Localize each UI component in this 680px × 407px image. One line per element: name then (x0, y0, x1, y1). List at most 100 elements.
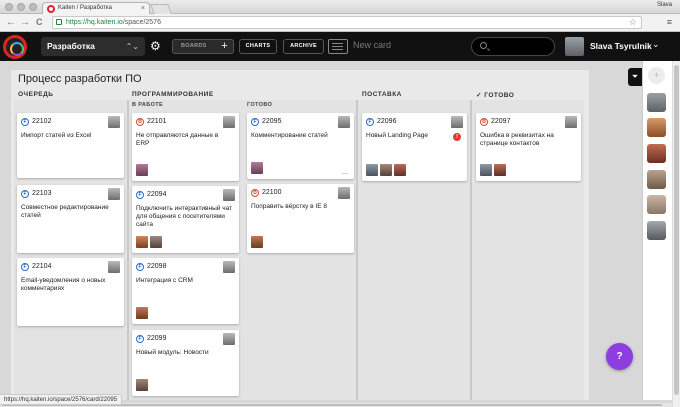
avatar (338, 116, 350, 128)
tab-close-icon[interactable]: × (141, 3, 145, 14)
reload-icon[interactable]: C (36, 16, 43, 29)
search-input[interactable] (471, 37, 555, 56)
card-id: 22100 (262, 189, 282, 196)
card-id: 22095 (262, 118, 282, 125)
card-id: 22101 (147, 118, 167, 125)
avatar[interactable] (565, 37, 584, 56)
card-id: 22099 (147, 335, 167, 342)
archive-button[interactable]: ARCHIVE (283, 39, 324, 54)
card[interactable]: F 22095 Комментирование статей ... (247, 113, 354, 179)
gear-icon[interactable]: ⚙ (150, 39, 161, 53)
card-title: Поправить вёрстку в IE 8 (251, 203, 327, 210)
boards-button[interactable]: BOARDS + (172, 39, 234, 54)
avatar[interactable] (647, 170, 666, 189)
new-card-icon[interactable] (328, 39, 348, 54)
avatar (108, 188, 120, 200)
avatar (150, 236, 162, 248)
card[interactable]: B 22100 Поправить вёрстку в IE 8 (247, 184, 354, 253)
browser-menu-icon[interactable]: ≡ (667, 17, 672, 27)
card[interactable]: F 22103 Совместное редактирование статей (17, 185, 124, 253)
browser-tab[interactable]: Kaiten / Разработка × (42, 2, 150, 14)
card-id: 22097 (491, 118, 511, 125)
search-icon (480, 42, 487, 49)
column-header-delivery: ПОСТАВКА (362, 91, 402, 98)
scrollbar-thumb[interactable] (674, 65, 679, 395)
filter-icon[interactable]: ⏷ (628, 68, 642, 86)
browser-titlebar: Kaiten / Разработка × Slava (0, 0, 680, 14)
card[interactable]: B 22101 Не отправляются данные в ERP (132, 113, 239, 181)
card[interactable]: F 22098 Интеграция с CRM (132, 258, 239, 324)
bug-type-icon: B (251, 189, 259, 197)
app-header: Разработка ⌃⌄ ⚙ BOARDS + CHARTS ARCHIVE … (0, 32, 680, 61)
card-title: Не отправляются данные в ERP (136, 132, 219, 147)
space-name: Разработка (47, 41, 95, 51)
card-id: 22102 (32, 118, 52, 125)
bug-type-icon: B (136, 118, 144, 126)
card-title: Комментирование статей (251, 132, 328, 139)
card-id: 22098 (147, 263, 167, 270)
avatar[interactable] (647, 195, 666, 214)
avatar (251, 236, 263, 248)
avatar (480, 164, 492, 176)
card[interactable]: F 22104 Email-уведомления о новых коммен… (17, 258, 124, 326)
url-field[interactable]: https://hq.kaiten.io/space/2576 ☆ (52, 16, 642, 29)
alert-icon: ! (453, 133, 461, 141)
space-selector[interactable]: Разработка ⌃⌄ (41, 37, 145, 56)
card-title: Новый Landing Page (366, 132, 428, 139)
avatar (338, 187, 350, 199)
forward-arrow-icon[interactable]: → (20, 16, 30, 29)
card[interactable]: F 22096 Новый Landing Page ! (362, 113, 467, 181)
bookmark-star-icon[interactable]: ☆ (629, 16, 637, 28)
avatar[interactable] (647, 221, 666, 240)
minimize-window-icon[interactable] (17, 3, 25, 11)
kaiten-favicon-icon (47, 5, 55, 13)
charts-button[interactable]: CHARTS (239, 39, 277, 54)
browser-profile-name[interactable]: Slava (657, 2, 672, 8)
avatar (394, 164, 406, 176)
card-title: Ошибка в реквизитах на странице контакто… (480, 132, 554, 147)
feature-type-icon: F (136, 263, 144, 271)
card[interactable]: F 22094 Подключить интерактивный чат для… (132, 186, 239, 253)
card-title: Интеграция с CRM (136, 277, 193, 284)
help-chat-button[interactable]: ? (606, 343, 633, 370)
add-board-icon[interactable]: + (221, 40, 228, 53)
card-title: Совместное редактирование статей (21, 204, 109, 219)
board-title: Процесс разработки ПО (18, 73, 142, 85)
url-path: /space/2576 (122, 19, 161, 26)
maximize-window-icon[interactable] (29, 3, 37, 11)
address-bar-row: ← → C https://hq.kaiten.io/space/2576 ☆ … (0, 14, 680, 32)
more-options-icon[interactable]: ... (342, 169, 348, 176)
avatar (136, 379, 148, 391)
bug-type-icon: B (480, 118, 488, 126)
avatar (223, 189, 235, 201)
vertical-scrollbar[interactable] (672, 61, 680, 407)
feature-type-icon: F (366, 118, 374, 126)
boards-label: BOARDS (181, 43, 207, 49)
column-header-done: ✓ ГОТОВО (476, 92, 515, 99)
status-url-bar: https://hq.kaiten.io/space/2576/card/220… (0, 394, 123, 405)
card-title: Импорт статей из Excel (21, 132, 92, 139)
new-tab-button[interactable] (150, 4, 172, 14)
avatar[interactable] (647, 93, 666, 112)
card[interactable]: F 22099 Новый модуль: Новости (132, 330, 239, 396)
new-card-button[interactable]: New card (353, 40, 391, 50)
feature-type-icon: F (21, 263, 29, 271)
back-arrow-icon[interactable]: ← (6, 16, 16, 29)
avatar (380, 164, 392, 176)
card-id: 22103 (32, 190, 52, 197)
chevron-down-icon[interactable]: ⌄ (652, 39, 660, 50)
feature-type-icon: F (251, 118, 259, 126)
avatar (494, 164, 506, 176)
kaiten-logo-icon[interactable] (3, 35, 27, 59)
feature-type-icon: F (136, 191, 144, 199)
card-id: 22094 (147, 191, 167, 198)
avatar[interactable] (647, 144, 666, 163)
user-name[interactable]: Slava Tsyrulnik (590, 41, 652, 51)
add-member-icon[interactable]: + (648, 67, 665, 84)
close-window-icon[interactable] (5, 3, 13, 11)
card[interactable]: B 22097 Ошибка в реквизитах на странице … (476, 113, 581, 181)
avatar[interactable] (647, 118, 666, 137)
card-title: Подключить интерактивный чат для общения… (136, 205, 233, 228)
card[interactable]: F 22102 Импорт статей из Excel (17, 113, 124, 178)
subcolumn-header-in-progress: В РАБОТЕ (132, 102, 164, 108)
